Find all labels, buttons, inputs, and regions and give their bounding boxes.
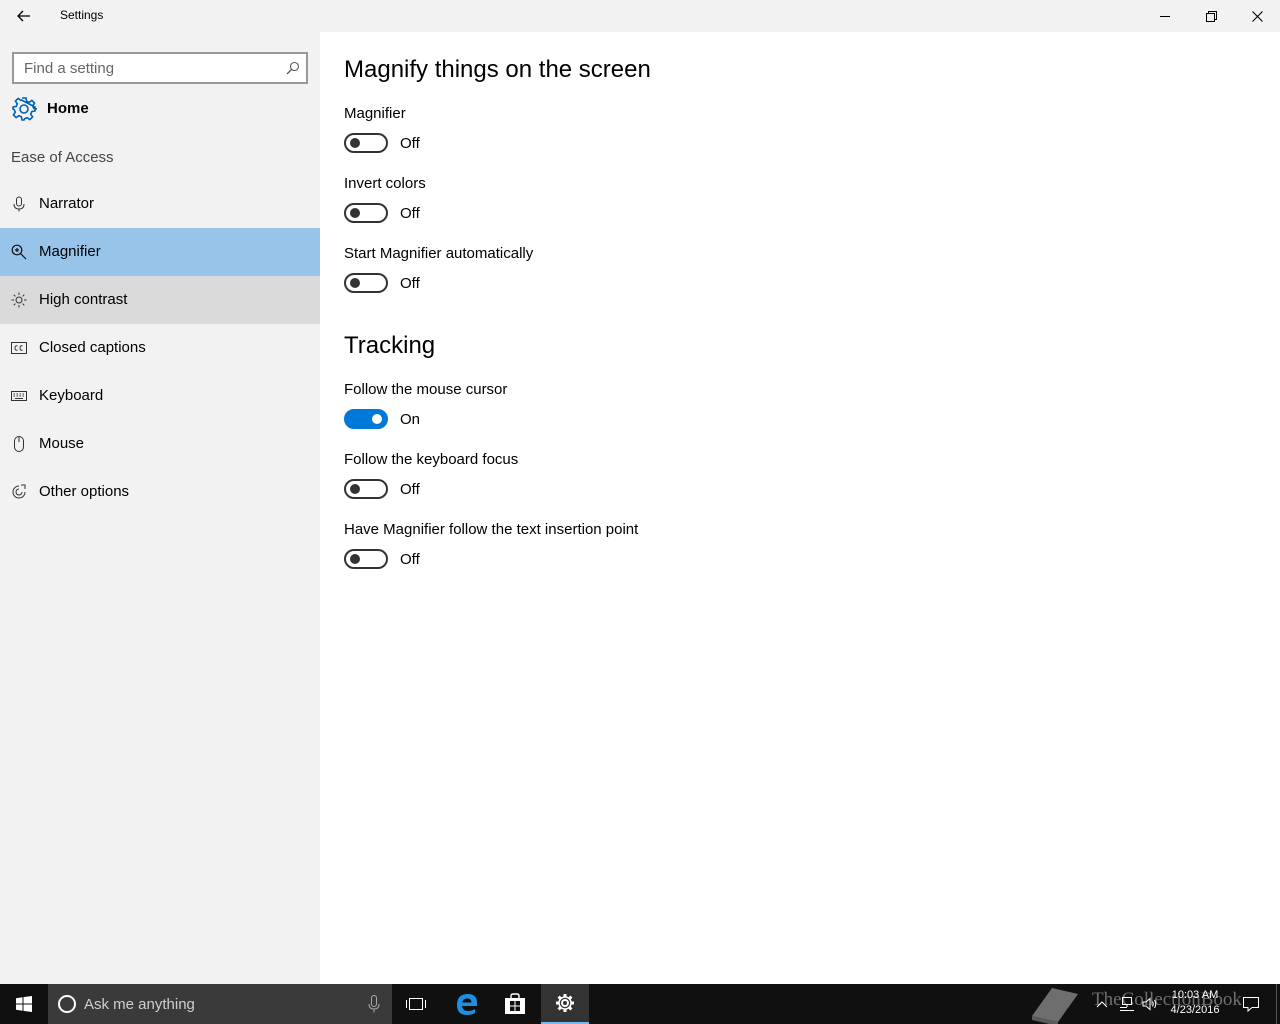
other-options-icon [12, 484, 26, 499]
follow-text-insertion-toggle[interactable] [344, 549, 388, 569]
toggle-state: Off [400, 481, 420, 498]
mouse-icon [14, 436, 24, 452]
store-button[interactable] [491, 984, 539, 1024]
sidebar-item-label: High contrast [39, 291, 128, 308]
chevron-up-icon [1096, 1001, 1108, 1008]
store-icon [505, 993, 525, 1014]
gear-icon [12, 97, 37, 121]
setting-label-follow-keyboard: Follow the keyboard focus [344, 451, 519, 468]
action-center-button[interactable] [1238, 984, 1264, 1024]
back-arrow-icon [17, 10, 30, 22]
volume-button[interactable] [1140, 984, 1160, 1024]
sidebar-item-label: Other options [39, 483, 130, 500]
follow-mouse-toggle[interactable] [344, 409, 388, 429]
toggle-state: Off [400, 551, 420, 568]
sun-icon [11, 292, 27, 308]
sidebar-item-label: Magnifier [39, 243, 101, 260]
search-box[interactable] [12, 52, 308, 84]
sidebar-item-high-contrast[interactable]: High contrast [0, 276, 320, 324]
sidebar: Home Ease of Access Narrator Magnifier H… [0, 32, 320, 984]
clock-date: 4/23/2016 [1170, 1004, 1220, 1016]
edge-icon [457, 994, 477, 1015]
edge-browser-button[interactable] [443, 984, 491, 1024]
task-view-icon [406, 998, 426, 1010]
windows-logo-icon [16, 996, 32, 1012]
sidebar-item-label: Closed captions [39, 339, 146, 356]
follow-keyboard-toggle[interactable] [344, 479, 388, 499]
search-input[interactable] [24, 59, 274, 77]
title-bar: Settings [0, 0, 1280, 32]
close-button[interactable] [1234, 0, 1280, 32]
network-button[interactable] [1116, 984, 1136, 1024]
toggle-knob [372, 414, 382, 424]
home-link[interactable]: Home [0, 88, 320, 128]
sidebar-item-magnifier[interactable]: Magnifier [0, 228, 320, 276]
start-automatically-toggle[interactable] [344, 273, 388, 293]
setting-label-start-automatically: Start Magnifier automatically [344, 245, 534, 262]
toggle-knob [350, 138, 360, 148]
gear-icon [556, 994, 574, 1012]
window-title: Settings [60, 8, 104, 22]
volume-icon [1142, 997, 1157, 1011]
microphone-icon [13, 196, 25, 212]
cortana-search-box[interactable]: Ask me anything [48, 984, 392, 1024]
sidebar-item-label: Narrator [39, 195, 95, 212]
sidebar-item-label: Mouse [39, 435, 85, 452]
sidebar-item-closed-captions[interactable]: Closed captions [0, 324, 320, 372]
home-label: Home [47, 100, 89, 117]
search-icon[interactable] [286, 61, 300, 75]
restore-icon [1205, 10, 1217, 22]
setting-label-follow-text-insertion: Have Magnifier follow the text insertion… [344, 521, 639, 538]
setting-label-magnifier: Magnifier [344, 105, 406, 122]
toggle-knob [350, 484, 360, 494]
task-view-button[interactable] [392, 984, 440, 1024]
show-hidden-icons-button[interactable] [1092, 984, 1112, 1024]
clock[interactable]: 10:03 AM 4/23/2016 [1162, 988, 1228, 1018]
minimize-icon [1160, 16, 1170, 17]
keyboard-icon [11, 391, 27, 401]
magnifier-icon [11, 244, 27, 260]
start-button[interactable] [0, 984, 48, 1024]
toggle-state: On [400, 411, 421, 428]
taskbar: Ask me anything TheCollectionBook 10:03 … [0, 984, 1280, 1024]
sidebar-item-other-options[interactable]: Other options [0, 468, 320, 516]
back-button[interactable] [0, 0, 48, 32]
toggle-knob [350, 208, 360, 218]
toggle-state: Off [400, 205, 420, 222]
sidebar-item-label: Keyboard [39, 387, 104, 404]
close-icon [1251, 10, 1263, 22]
cortana-text: Ask me anything [84, 996, 195, 1013]
tracking-heading: Tracking [344, 332, 436, 359]
minimize-button[interactable] [1142, 0, 1188, 32]
invert-colors-toggle[interactable] [344, 203, 388, 223]
toggle-state: Off [400, 275, 420, 292]
content-pane: Magnify things on the screen Magnifier O… [320, 32, 1280, 984]
toggle-knob [350, 278, 360, 288]
microphone-icon[interactable] [368, 995, 380, 1013]
page-title: Magnify things on the screen [344, 56, 651, 83]
sidebar-item-narrator[interactable]: Narrator [0, 180, 320, 228]
setting-label-invert-colors: Invert colors [344, 175, 426, 192]
toggle-knob [350, 554, 360, 564]
toggle-state: Off [400, 135, 420, 152]
sidebar-item-keyboard[interactable]: Keyboard [0, 372, 320, 420]
sidebar-item-mouse[interactable]: Mouse [0, 420, 320, 468]
settings-taskbar-button[interactable] [541, 984, 589, 1024]
section-title: Ease of Access [11, 149, 114, 166]
cortana-icon [58, 995, 76, 1013]
book-logo-icon [1032, 988, 1078, 1024]
clock-time: 10:03 AM [1171, 989, 1219, 1001]
show-desktop-button[interactable] [1276, 984, 1280, 1024]
network-icon [1120, 997, 1134, 1011]
closed-captions-icon [11, 342, 27, 354]
restore-button[interactable] [1188, 0, 1234, 32]
setting-label-follow-mouse: Follow the mouse cursor [344, 381, 508, 398]
magnifier-toggle[interactable] [344, 133, 388, 153]
action-center-icon [1243, 997, 1259, 1012]
